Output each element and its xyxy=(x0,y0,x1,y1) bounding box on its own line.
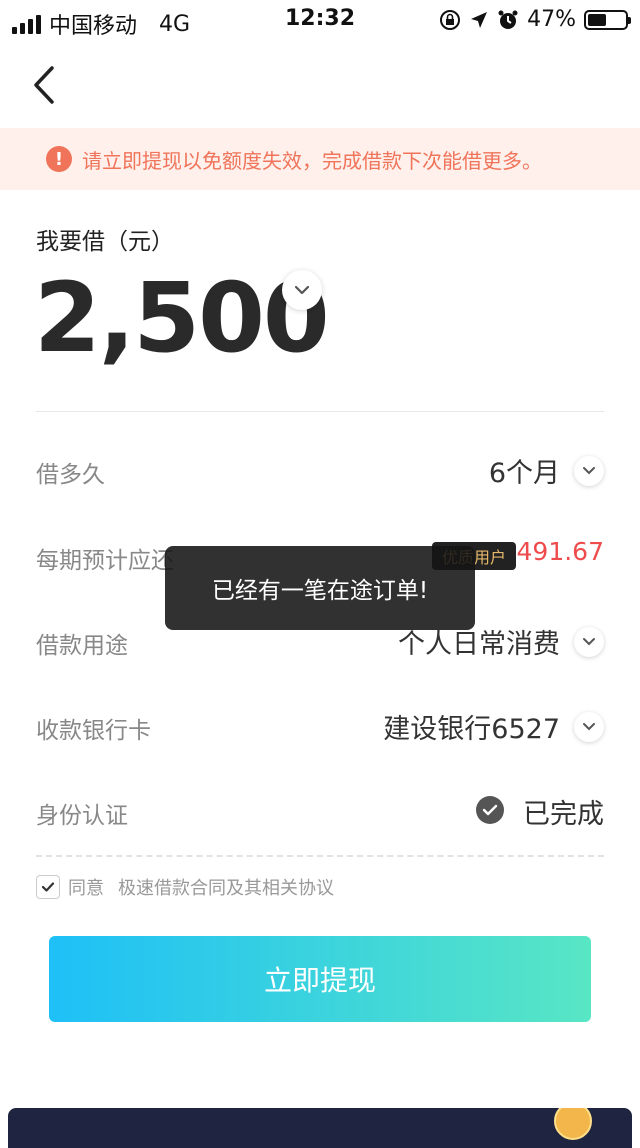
bank-label: 收款银行卡 xyxy=(36,718,151,744)
check-icon xyxy=(41,882,55,892)
identity-label: 身份认证 xyxy=(36,803,128,829)
installment-label: 每期预计应还 xyxy=(36,548,174,574)
promo-banner[interactable] xyxy=(8,1108,632,1148)
agreement-checkbox[interactable] xyxy=(36,875,60,899)
purpose-label: 借款用途 xyxy=(36,633,128,659)
dashed-divider xyxy=(36,855,604,857)
divider xyxy=(36,411,604,412)
bank-value: 建设银行6527 xyxy=(383,714,560,745)
agreement-prefix: 同意 xyxy=(68,878,104,899)
location-icon xyxy=(471,11,488,28)
amount-label: 我要借（元） xyxy=(36,229,174,255)
chevron-left-icon xyxy=(34,66,54,104)
back-button[interactable] xyxy=(26,60,66,110)
term-value: 6个月 xyxy=(488,458,560,489)
loan-amount[interactable]: 2,500 xyxy=(34,262,330,374)
agreement: 同意 极速借款合同及其相关协议 xyxy=(36,874,334,900)
term-label: 借多久 xyxy=(36,462,105,488)
bank-card-row[interactable]: 收款银行卡 建设银行6527 xyxy=(36,697,604,757)
coin-icon xyxy=(554,1108,592,1140)
check-circle-icon xyxy=(476,796,504,824)
identity-value: 已完成 xyxy=(523,799,604,830)
warning-icon: ! xyxy=(46,146,72,172)
status-right: 47% xyxy=(439,7,631,32)
installment-value: 491.67 xyxy=(516,537,604,566)
notice-banner: ! 请立即提现以免额度失效，完成借款下次能借更多。 xyxy=(0,128,640,190)
battery-percent: 47% xyxy=(527,7,576,32)
notice-text: 请立即提现以免额度失效，完成借款下次能借更多。 xyxy=(82,148,542,173)
identity-row: 身份认证 已完成 xyxy=(36,782,604,842)
chevron-down-icon[interactable] xyxy=(574,456,604,486)
chevron-down-icon[interactable] xyxy=(574,712,604,742)
withdraw-button[interactable]: 立即提现 xyxy=(49,936,591,1022)
amount-dropdown-button[interactable] xyxy=(282,270,322,310)
battery-icon xyxy=(584,9,631,30)
alarm-icon xyxy=(498,10,518,29)
orientation-lock-icon xyxy=(440,9,461,30)
chevron-down-icon[interactable] xyxy=(574,627,604,657)
status-bar: 中国移动 4G 12:32 47% xyxy=(0,0,640,40)
toast-message: 已经有一笔在途订单! xyxy=(165,546,475,630)
term-row[interactable]: 借多久 6个月 xyxy=(36,441,604,501)
chevron-down-icon xyxy=(294,285,310,295)
agreement-link[interactable]: 极速借款合同及其相关协议 xyxy=(118,874,334,900)
